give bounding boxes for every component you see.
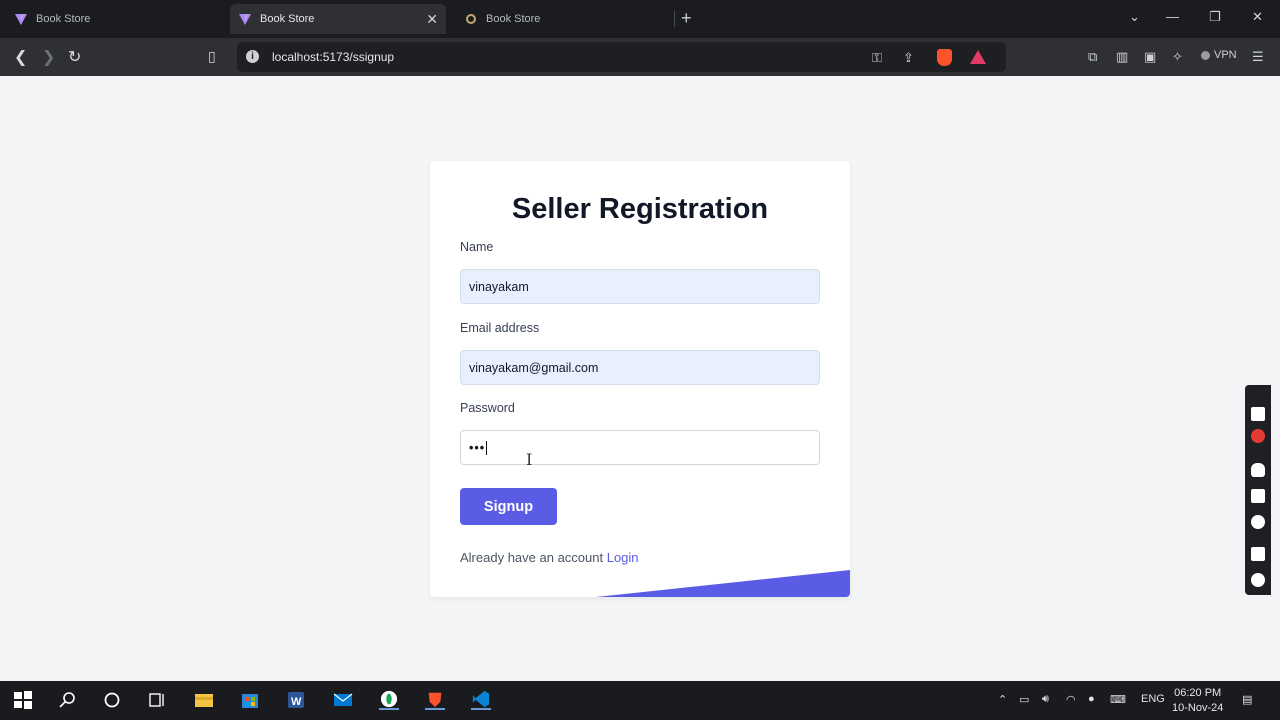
close-tab-icon[interactable]: ✕ [426, 11, 438, 28]
leo-ai-icon[interactable]: ✧ [1172, 49, 1183, 65]
vscode-icon[interactable] [471, 690, 491, 710]
text-cursor-icon: I [526, 450, 533, 469]
svg-text:W: W [291, 696, 302, 708]
vpn-button[interactable]: VPN [1201, 49, 1237, 61]
taskbar: W ⌃ ▭ 🔊︎ ◠ ● ⌨ ENG 06:20 PM 10-Nov-24 ▤ [0, 681, 1280, 720]
email-value: vinayakam@gmail.com [469, 360, 599, 375]
email-input[interactable]: vinayakam@gmail.com [460, 350, 820, 385]
tab-label: Book Store [486, 13, 541, 25]
name-label: Name [460, 240, 494, 254]
page-title: Seller Registration [511, 193, 769, 225]
speaker-icon[interactable] [1251, 489, 1265, 503]
mongodb-compass-icon[interactable] [379, 690, 399, 710]
restore-button[interactable]: ❐ [1209, 9, 1221, 25]
microphone-tray-icon[interactable]: ● [1088, 693, 1095, 705]
task-view-icon[interactable] [147, 690, 167, 710]
recorder-toolbar [1245, 385, 1271, 595]
login-prompt: Already have an account Login [460, 550, 639, 565]
notifications-icon[interactable]: ▤ [1242, 693, 1252, 706]
wallet-icon[interactable]: ▣ [1144, 49, 1156, 65]
settings-icon[interactable] [1251, 573, 1265, 587]
window-icon[interactable] [1251, 547, 1265, 561]
vpn-label: VPN [1214, 49, 1237, 61]
back-button[interactable]: ❮ [14, 47, 27, 67]
password-label: Password [460, 401, 515, 415]
share-icon[interactable]: ⇪ [903, 50, 914, 66]
registration-card: Seller Registration Name vinayakam Email… [430, 161, 850, 597]
battery-icon[interactable]: ▭ [1019, 693, 1029, 706]
reload-button[interactable]: ↻ [68, 47, 81, 67]
tab-search-icon[interactable]: ⌄ [1129, 9, 1140, 25]
browser-navbar: ❮ ❯ ↻ ▯ i localhost:5173/ssignup ⚿ ⇪ ⧉ ▥… [0, 38, 1280, 76]
forward-button[interactable]: ❯ [42, 47, 55, 67]
mail-icon[interactable] [333, 690, 353, 710]
bookmark-icon[interactable]: ▯ [208, 48, 216, 65]
loading-icon [466, 14, 476, 24]
webcam-icon[interactable] [1251, 515, 1265, 529]
email-label: Email address [460, 321, 540, 335]
keyboard-icon[interactable]: ⌨ [1110, 693, 1126, 706]
password-key-icon[interactable]: ⚿ [872, 50, 882, 66]
sidebar-icon[interactable]: ▥ [1116, 49, 1128, 65]
login-link[interactable]: Login [607, 550, 639, 565]
brave-browser-icon[interactable] [425, 690, 445, 710]
address-bar[interactable]: i localhost:5173/ssignup ⚿ ⇪ [237, 42, 1006, 72]
clock[interactable]: 06:20 PM 10-Nov-24 [1172, 686, 1223, 716]
extensions-icon[interactable]: ⧉ [1088, 49, 1097, 65]
login-prompt-text: Already have an account [460, 550, 607, 565]
close-window-button[interactable]: ✕ [1252, 9, 1263, 25]
tab-separator [674, 11, 675, 27]
name-value: vinayakam [469, 279, 529, 294]
camera-icon[interactable] [1251, 407, 1265, 421]
address-text: localhost:5173/ssignup [272, 50, 395, 64]
password-value: ••• [469, 440, 486, 455]
name-input[interactable]: vinayakam [460, 269, 820, 304]
menu-icon[interactable]: ☰ [1252, 49, 1264, 65]
file-explorer-icon[interactable] [194, 690, 214, 710]
record-icon[interactable] [1251, 429, 1265, 443]
tab-book-store-1[interactable]: Book Store [6, 4, 226, 34]
cortana-icon[interactable] [102, 690, 122, 710]
language-indicator[interactable]: ENG [1141, 693, 1165, 705]
volume-icon[interactable]: 🔊︎ [1042, 693, 1049, 706]
vite-icon [15, 14, 27, 25]
store-icon[interactable] [240, 690, 260, 710]
text-caret [486, 440, 488, 455]
tab-book-store-3[interactable]: Book Store [456, 4, 672, 34]
search-icon[interactable] [58, 690, 78, 710]
windows-start-icon[interactable] [13, 690, 33, 710]
browser-tabbar: Book Store Book Store ✕ Book Store + ⌄ —… [0, 0, 1280, 38]
word-icon[interactable]: W [286, 690, 306, 710]
tab-label: Book Store [36, 13, 91, 25]
site-info-icon[interactable]: i [246, 50, 259, 63]
tab-book-store-2[interactable]: Book Store ✕ [230, 4, 446, 34]
brave-shields-icon[interactable] [937, 49, 952, 66]
clock-date: 10-Nov-24 [1172, 702, 1224, 714]
signup-button[interactable]: Signup [460, 488, 557, 525]
brave-rewards-icon[interactable] [970, 50, 986, 64]
password-input[interactable]: ••• [460, 430, 820, 465]
minimize-button[interactable]: — [1166, 9, 1179, 24]
vite-icon [239, 14, 251, 25]
show-hidden-icons[interactable]: ⌃ [998, 693, 1007, 706]
new-tab-button[interactable]: + [681, 8, 692, 28]
tab-label: Book Store [260, 13, 315, 25]
wifi-icon[interactable]: ◠ [1066, 693, 1076, 706]
microphone-icon[interactable] [1251, 463, 1265, 477]
page-content: Seller Registration Name vinayakam Email… [0, 76, 1280, 681]
vpn-status-icon [1201, 50, 1210, 60]
clock-time: 06:20 PM [1174, 687, 1222, 699]
